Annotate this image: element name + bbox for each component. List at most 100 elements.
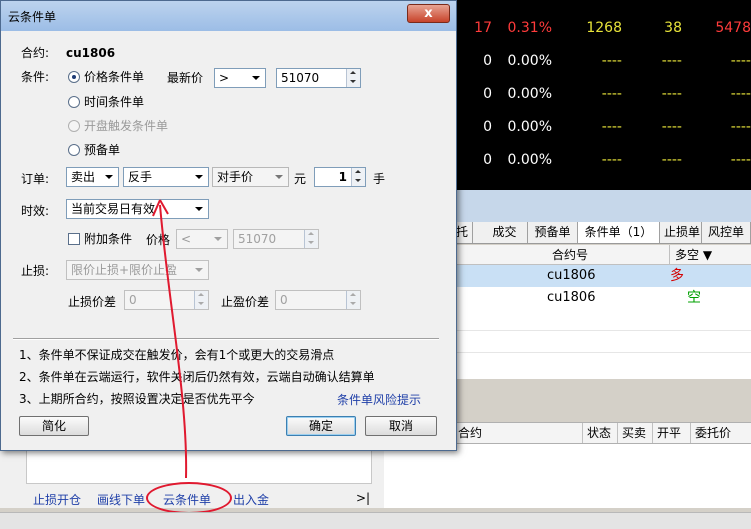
- link-deposit-withdraw[interactable]: 出入金: [233, 491, 269, 508]
- spin-up-icon[interactable]: [355, 170, 361, 173]
- quote-price: 5478: [715, 20, 751, 36]
- table-empty-area: [440, 309, 751, 379]
- note-1: 1、条件单不保证成交在触发价，会有1个或更大的交易滑点: [19, 348, 335, 362]
- close-button[interactable]: x: [407, 4, 450, 23]
- cloud-conditional-order-dialog: 云条件单 x 合约: cu1806 条件: 价格条件单 最新价 > 51070 …: [0, 0, 457, 451]
- quantity-stepper[interactable]: 1: [314, 167, 366, 187]
- stop-loss-diff-value: 0: [129, 293, 137, 307]
- quote-change: 0: [483, 53, 492, 69]
- radio-prepared-order[interactable]: [68, 144, 80, 156]
- quote-volume: ----: [601, 86, 622, 102]
- quote-current-volume: ----: [661, 53, 682, 69]
- quote-volume: 1268: [586, 20, 622, 36]
- link-stop-loss-open[interactable]: 止损开仓: [33, 491, 81, 508]
- scroll-end-icon[interactable]: >|: [356, 491, 370, 505]
- contract-value: cu1806: [66, 46, 116, 60]
- tab-risk-control[interactable]: 风控单: [702, 222, 751, 243]
- stop-loss-diff-input[interactable]: 0: [124, 290, 209, 310]
- tab-filled[interactable]: 成交: [482, 222, 528, 243]
- spin-up-icon[interactable]: [350, 71, 356, 74]
- quote-price: ----: [730, 152, 751, 168]
- extra-price-label: 价格: [146, 233, 171, 247]
- chevron-down-icon: [105, 175, 113, 179]
- tab-prepared[interactable]: 预备单: [528, 222, 578, 243]
- radio-price-condition[interactable]: [68, 71, 80, 83]
- validity-label: 时效:: [21, 204, 50, 218]
- currency-unit: 元: [294, 172, 307, 186]
- quote-current-volume: ----: [661, 152, 682, 168]
- chevron-down-icon: [195, 268, 203, 272]
- take-profit-diff-value: 0: [280, 293, 288, 307]
- link-line-order[interactable]: 画线下单: [97, 491, 145, 508]
- chevron-down-icon: [275, 175, 283, 179]
- quote-price: ----: [730, 53, 751, 69]
- tab-conditional[interactable]: 条件单（1）: [578, 222, 660, 243]
- quote-row[interactable]: 0 0.00% ---- ---- ----: [456, 144, 751, 177]
- quote-row[interactable]: 0 0.00% ---- ---- ----: [456, 111, 751, 144]
- spin-down-icon[interactable]: [350, 80, 356, 83]
- radio-time-condition[interactable]: [68, 96, 80, 108]
- table-row[interactable]: cu1806 多: [440, 265, 751, 287]
- extra-operator-value: <: [181, 232, 192, 246]
- column-status[interactable]: 状态: [582, 423, 617, 443]
- cancel-button[interactable]: 取消: [365, 416, 437, 436]
- time-condition-label: 时间条件单: [84, 95, 145, 109]
- quote-change: 0: [483, 152, 492, 168]
- offset-select[interactable]: 反手: [123, 167, 209, 187]
- quote-row[interactable]: 17 0.31% 1268 38 5478: [456, 12, 751, 45]
- spin-up-icon[interactable]: [350, 293, 356, 296]
- spin-down-icon[interactable]: [355, 179, 361, 182]
- compare-operator-select[interactable]: >: [214, 68, 266, 88]
- chevron-down-icon: [195, 207, 203, 211]
- note-2: 2、条件单在云端运行，软件关闭后仍然有效，云端自动确认结算单: [19, 370, 375, 384]
- spin-down-icon[interactable]: [308, 241, 314, 244]
- price-type-select[interactable]: 对手价: [212, 167, 289, 187]
- column-contract[interactable]: 合约: [454, 423, 482, 443]
- direction-select[interactable]: 卖出: [66, 167, 119, 187]
- trigger-price-value: 51070: [281, 71, 320, 85]
- quote-row[interactable]: 0 0.00% ---- ---- ----: [456, 45, 751, 78]
- radio-open-trigger-condition[interactable]: [68, 120, 80, 132]
- ok-button[interactable]: 确定: [286, 416, 356, 436]
- extra-condition-label: 附加条件: [84, 232, 133, 246]
- spin-down-icon[interactable]: [198, 302, 204, 305]
- column-buy-sell[interactable]: 买卖: [617, 423, 652, 443]
- spin-buttons[interactable]: [346, 69, 360, 87]
- table-row[interactable]: cu1806 空: [440, 287, 751, 309]
- price-type-value: 对手价: [217, 170, 254, 184]
- section-divider: [13, 338, 439, 340]
- spin-up-icon[interactable]: [308, 232, 314, 235]
- quote-row[interactable]: 0 0.00% ---- ---- ----: [456, 78, 751, 111]
- risk-warning-link[interactable]: 条件单风险提示: [337, 391, 421, 408]
- column-contract[interactable]: 合约号: [552, 245, 588, 265]
- spin-buttons[interactable]: [351, 168, 365, 186]
- spin-buttons[interactable]: [194, 291, 208, 309]
- spin-buttons[interactable]: [304, 230, 318, 248]
- spin-buttons[interactable]: [346, 291, 360, 309]
- stop-label: 止损:: [21, 264, 50, 278]
- row-contract: cu1806: [547, 268, 596, 283]
- tab-stop-loss[interactable]: 止损单: [660, 222, 702, 243]
- validity-select[interactable]: 当前交易日有效: [66, 199, 209, 219]
- dialog-titlebar[interactable]: 云条件单 x: [1, 1, 456, 31]
- status-bar: [0, 512, 751, 529]
- extra-condition-checkbox[interactable]: [68, 233, 80, 245]
- extra-price-input[interactable]: 51070: [233, 229, 319, 249]
- column-order-price[interactable]: 委托价: [690, 423, 751, 443]
- quote-change: 0: [483, 119, 492, 135]
- stop-type-select[interactable]: 限价止损+限价止盈: [66, 260, 209, 280]
- take-profit-diff-input[interactable]: 0: [275, 290, 361, 310]
- simplify-button[interactable]: 简化: [19, 416, 89, 436]
- column-side[interactable]: 多空 ▼: [669, 245, 751, 265]
- column-open-close[interactable]: 开平: [652, 423, 690, 443]
- order-label: 订单:: [21, 172, 50, 186]
- quote-volume: ----: [601, 53, 622, 69]
- spin-down-icon[interactable]: [350, 302, 356, 305]
- extra-operator-select[interactable]: <: [176, 229, 228, 249]
- stop-loss-diff-label: 止损价差: [68, 295, 117, 309]
- spin-up-icon[interactable]: [198, 293, 204, 296]
- quote-change-pct: 0.00%: [507, 119, 552, 135]
- price-condition-label: 价格条件单: [84, 70, 145, 84]
- quote-change-pct: 0.00%: [507, 152, 552, 168]
- trigger-price-input[interactable]: 51070: [276, 68, 361, 88]
